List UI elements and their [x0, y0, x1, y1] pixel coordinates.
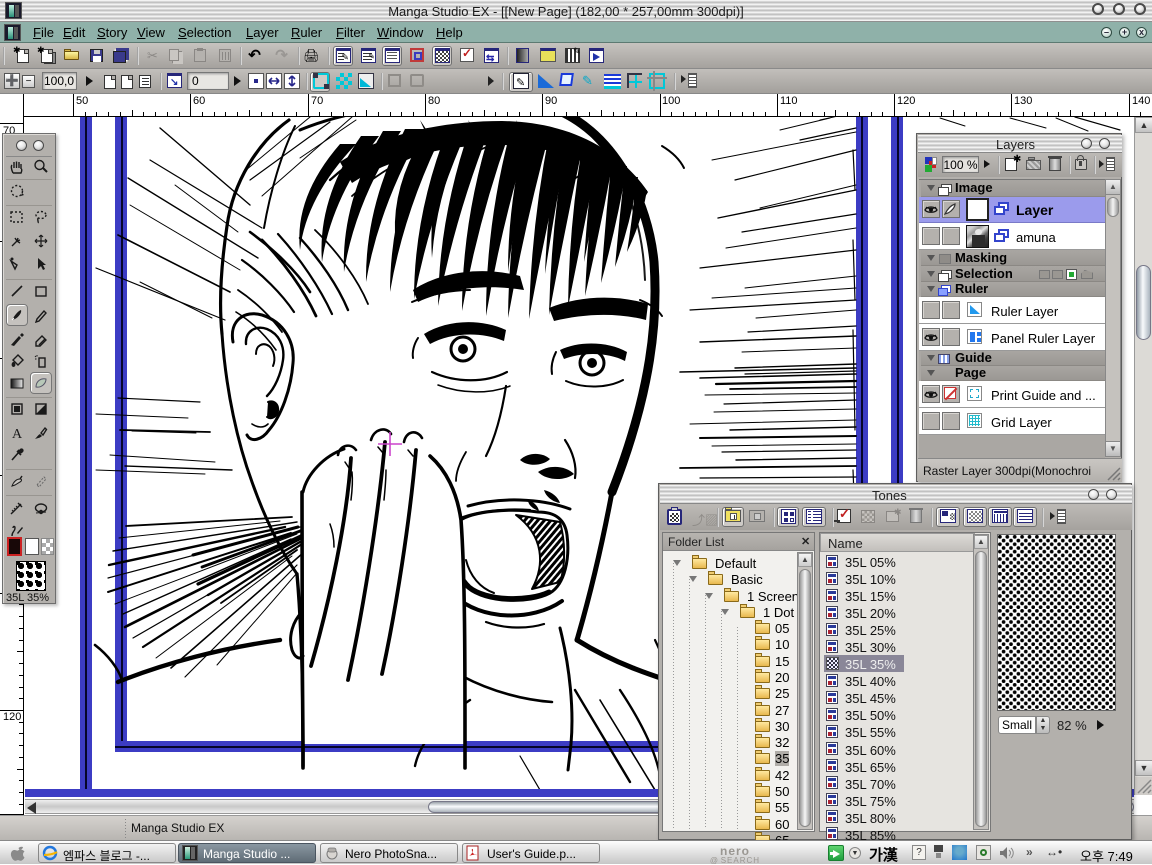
svg-text:A: A: [12, 427, 23, 441]
